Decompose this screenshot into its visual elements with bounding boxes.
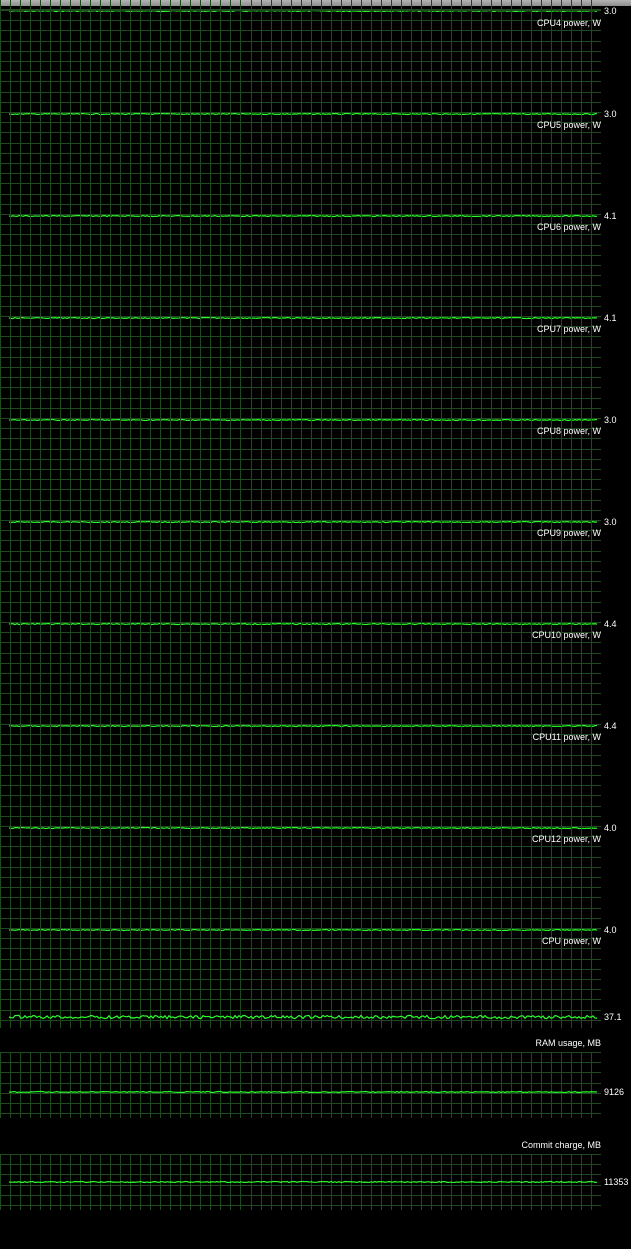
graph-trace bbox=[8, 622, 598, 626]
graph-trace bbox=[8, 418, 598, 422]
graph-trace bbox=[8, 928, 598, 932]
graph-current-value: 3.0 bbox=[604, 6, 617, 16]
graph-label: CPU10 power, W bbox=[532, 630, 602, 640]
graph-label: CPU11 power, W bbox=[533, 732, 602, 742]
graph-panel: 3.0 CPU7 power, W bbox=[0, 316, 617, 425]
graph-current-value: 9126 bbox=[604, 1087, 624, 1097]
graph-label: Commit charge, MB bbox=[521, 1140, 601, 1150]
graph-panel: 4.4 CPU9 power, W bbox=[0, 520, 617, 629]
graph-panel: 4.0 CPU11 power, W bbox=[0, 724, 617, 833]
graph-trace bbox=[8, 1090, 598, 1094]
graph-trace bbox=[8, 520, 598, 524]
graph-label: RAM usage, MB bbox=[535, 1038, 601, 1048]
graph-label: CPU12 power, W bbox=[532, 834, 602, 844]
graph-current-value: 4.0 bbox=[604, 925, 617, 935]
graph-trace bbox=[8, 1014, 598, 1020]
graph-panel: 37.1 CPU power, W bbox=[0, 928, 622, 1028]
graph-label: CPU8 power, W bbox=[537, 426, 602, 436]
graph-label: CPU power, W bbox=[542, 936, 602, 946]
graph-current-value: 4.4 bbox=[604, 721, 617, 731]
graph-panel: 11353 Commit charge, MB bbox=[0, 1140, 628, 1210]
graph-label: CPU4 power, W bbox=[537, 18, 602, 28]
graph-label: CPU7 power, W bbox=[537, 324, 602, 334]
graph-current-value: 4.0 bbox=[604, 823, 617, 833]
graph-current-value: 3.0 bbox=[604, 109, 617, 119]
graph-trace bbox=[8, 826, 598, 830]
graph-label: CPU9 power, W bbox=[537, 528, 602, 538]
graph-trace bbox=[8, 724, 598, 728]
graph-trace bbox=[8, 316, 598, 320]
graph-panel: 4.0CPU12 power, W bbox=[0, 826, 617, 935]
graph-current-value: 11353 bbox=[604, 1177, 628, 1187]
graph-panel: 4.4CPU10 power, W bbox=[0, 622, 617, 731]
graph-current-value: 4.1 bbox=[604, 211, 617, 221]
graph-trace bbox=[8, 1180, 598, 1184]
graph-panel: 9126 RAM usage, MB bbox=[0, 1038, 624, 1118]
graph-panel: 4.1 CPU5 power, W bbox=[0, 112, 617, 221]
graph-trace bbox=[8, 214, 598, 218]
graph-panel: 3.0 CPU4 power, W bbox=[0, 10, 617, 119]
graph-trace bbox=[8, 112, 598, 116]
graph-current-value: 3.0 bbox=[604, 517, 617, 527]
graph-panel: 4.1CPU6 power, W bbox=[0, 214, 617, 323]
graph-label: CPU5 power, W bbox=[537, 120, 602, 130]
graph-current-value: 4.1 bbox=[604, 313, 617, 323]
graph-label: CPU6 power, W bbox=[537, 222, 602, 232]
graph-panel: 3.0CPU8 power, W bbox=[0, 418, 617, 527]
graph-panel: 3.0 bbox=[0, 0, 617, 16]
monitoring-graphs: 3.03.0CPU4 power, W4.1CPU5 power, W4.1CP… bbox=[0, 0, 628, 1210]
graph-current-value: 37.1 bbox=[604, 1012, 622, 1022]
graph-current-value: 3.0 bbox=[604, 415, 617, 425]
graph-current-value: 4.4 bbox=[604, 619, 617, 629]
